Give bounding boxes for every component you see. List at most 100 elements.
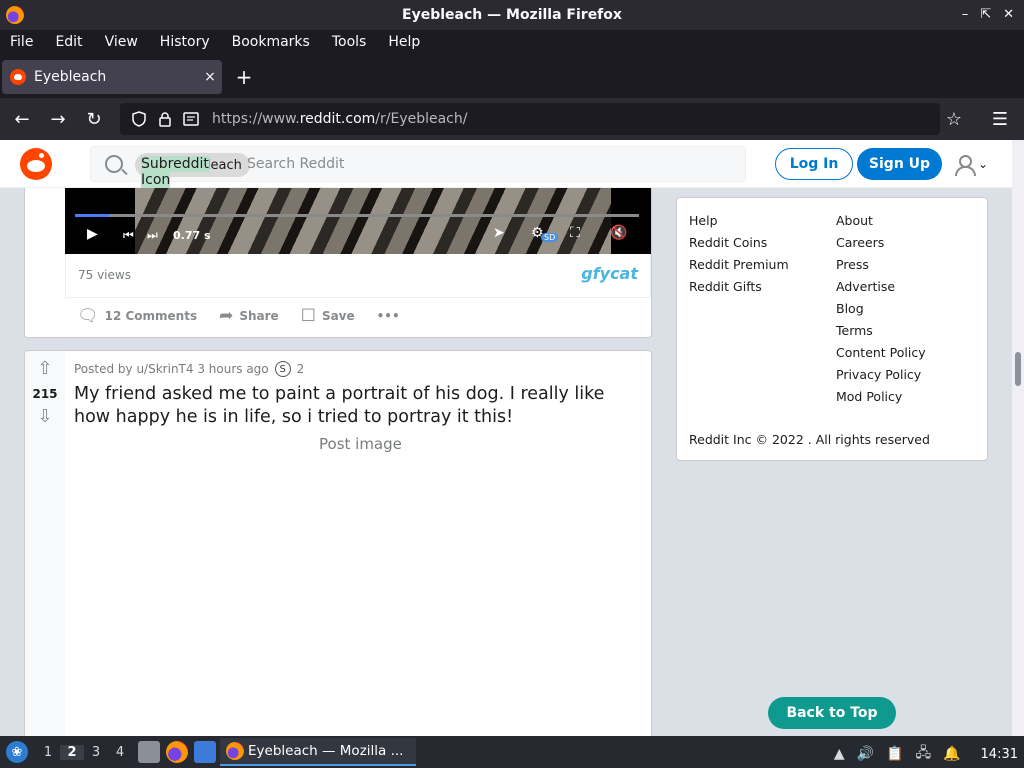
hamburger-menu-icon[interactable]: ☰ (986, 105, 1014, 133)
reddit-favicon-icon (10, 69, 26, 85)
storage-icon[interactable]: ▲ (834, 746, 845, 762)
post-meta-text: Posted by u/SkrinT4 3 hours ago (74, 362, 269, 376)
workspace-4[interactable]: 4 (108, 745, 132, 760)
url-bar[interactable]: https://www.reddit.com/r/Eyebleach/ (120, 103, 940, 135)
link-mod-policy[interactable]: Mod Policy (836, 386, 926, 408)
workspace-2[interactable]: 2 (60, 744, 84, 760)
search-bar[interactable]: Subreddit Icon r/Eyebleach Search Reddit (90, 146, 746, 188)
user-menu-dropdown[interactable]: ⌄ (954, 152, 994, 176)
workspace-1[interactable]: 1 (36, 745, 60, 760)
clipboard-icon[interactable]: 📋 (886, 746, 903, 762)
system-tray: ▲ 🔊 📋 🖧 🔔 14:31 (834, 742, 1018, 766)
link-reddit-coins[interactable]: Reddit Coins (689, 232, 789, 254)
link-press[interactable]: Press (836, 254, 926, 276)
view-count: 75 views (78, 268, 131, 282)
tab-eyebleach[interactable]: Eyebleach × (2, 60, 222, 94)
link-help[interactable]: Help (689, 210, 789, 232)
bookmark-star-icon[interactable]: ☆ (940, 105, 968, 133)
vote-count: 215 (32, 387, 58, 401)
comments-button[interactable]: 🗨 12 Comments (77, 306, 197, 326)
link-about[interactable]: About (836, 210, 926, 232)
back-to-top-button[interactable]: Back to Top (768, 697, 896, 729)
menu-edit[interactable]: Edit (55, 34, 93, 50)
forward-arrow-icon[interactable]: → (44, 105, 72, 133)
notifications-icon[interactable]: 🔔 (943, 746, 960, 762)
link-reddit-premium[interactable]: Reddit Premium (689, 254, 789, 276)
shield-icon[interactable] (128, 108, 150, 130)
back-arrow-icon[interactable]: ← (8, 105, 36, 133)
gfycat-logo[interactable]: gfycat (581, 264, 638, 283)
page-info-icon[interactable] (180, 108, 202, 130)
subreddit-chip[interactable]: Subreddit Icon r/Eyebleach (135, 153, 250, 188)
post-image-placeholder[interactable]: Post image (319, 435, 402, 453)
login-button[interactable]: Log In (775, 148, 853, 180)
sidebar-col-2: About Careers Press Advertise Blog Terms… (836, 210, 926, 408)
video-post-card: ▶ ⏮ ⏭ 0.77 s ➤ ⚙ SD ⛶ 🔇 75 views gfycat … (24, 188, 652, 338)
menu-tools[interactable]: Tools (332, 34, 378, 50)
menu-view[interactable]: View (105, 34, 149, 50)
more-options-button[interactable]: ••• (377, 309, 400, 323)
close-window-icon[interactable]: ✕ (1003, 7, 1014, 22)
share-button[interactable]: ➦ Share (219, 306, 279, 326)
play-icon[interactable]: ▶ (87, 226, 98, 242)
link-privacy-policy[interactable]: Privacy Policy (836, 364, 926, 386)
share-icon: ➦ (219, 306, 234, 326)
video-progress-bar[interactable] (75, 214, 639, 217)
mute-icon[interactable]: 🔇 (610, 225, 627, 241)
start-menu-icon[interactable]: ❀ (6, 741, 28, 763)
reddit-logo-icon[interactable] (20, 148, 52, 180)
skip-back-icon[interactable]: ⏮ (123, 228, 134, 243)
video-player[interactable]: ▶ ⏮ ⏭ 0.77 s ➤ ⚙ SD ⛶ 🔇 (65, 188, 651, 254)
window-title: Eyebleach — Mozilla Firefox (402, 7, 622, 23)
fullscreen-icon[interactable]: ⛶ (570, 225, 580, 241)
comment-icon: 🗨 (77, 306, 99, 326)
menu-bar: File Edit View History Bookmarks Tools H… (0, 30, 1024, 54)
new-tab-button[interactable]: + (232, 66, 256, 90)
link-reddit-gifts[interactable]: Reddit Gifts (689, 276, 789, 298)
menu-history[interactable]: History (160, 34, 221, 50)
lock-icon[interactable] (154, 108, 176, 130)
workspace-3[interactable]: 3 (84, 745, 108, 760)
skip-forward-icon[interactable]: ⏭ (147, 228, 158, 243)
volume-icon[interactable]: 🔊 (857, 746, 874, 762)
downvote-arrow-icon[interactable]: ⇩ (35, 407, 55, 427)
tab-close-icon[interactable]: × (198, 69, 222, 85)
menu-help[interactable]: Help (388, 34, 431, 50)
chevron-down-icon: ⌄ (978, 157, 989, 171)
file-manager-icon[interactable] (138, 741, 160, 763)
scrollbar-thumb[interactable] (1015, 352, 1021, 386)
search-input[interactable]: Search Reddit (247, 156, 344, 172)
taskbar-firefox-window[interactable]: Eyebleach — Mozilla ... (220, 738, 416, 766)
menu-bookmarks[interactable]: Bookmarks (232, 34, 321, 50)
page-scrollbar[interactable] (1012, 140, 1024, 736)
link-content-policy[interactable]: Content Policy (836, 342, 926, 364)
link-terms[interactable]: Terms (836, 320, 926, 342)
restore-icon[interactable]: ⇱ (980, 7, 991, 22)
link-blog[interactable]: Blog (836, 298, 926, 320)
post-title[interactable]: My friend asked me to paint a portrait o… (74, 383, 634, 429)
url-text[interactable]: https://www.reddit.com/r/Eyebleach/ (212, 111, 467, 127)
subreddit-icon-alt: Subreddit Icon (141, 156, 209, 188)
save-button[interactable]: ☐ Save (301, 306, 355, 326)
reload-icon[interactable]: ↻ (80, 105, 108, 133)
send-icon[interactable]: ➤ (493, 225, 505, 241)
upvote-arrow-icon[interactable]: ⇧ (35, 359, 55, 379)
link-advertise[interactable]: Advertise (836, 276, 926, 298)
sidebar-links-card: Help Reddit Coins Reddit Premium Reddit … (676, 197, 988, 461)
network-icon[interactable]: 🖧 (915, 742, 931, 766)
firefox-launcher-icon[interactable] (166, 741, 188, 763)
post-card: ⇧ 215 ⇩ Posted by u/SkrinT4 3 hours ago … (24, 350, 652, 736)
link-careers[interactable]: Careers (836, 232, 926, 254)
reddit-header: Subreddit Icon r/Eyebleach Search Reddit… (0, 140, 1012, 188)
award-icon[interactable]: S (274, 361, 291, 377)
desktop-icon[interactable] (194, 741, 216, 763)
firefox-task-icon (226, 742, 244, 760)
signup-button[interactable]: Sign Up (857, 148, 942, 180)
search-icon (105, 155, 123, 173)
menu-file[interactable]: File (10, 34, 44, 50)
clock: 14:31 (980, 746, 1018, 762)
post-meta: Posted by u/SkrinT4 3 hours ago S 2 (74, 361, 304, 377)
minimize-icon[interactable]: – (962, 7, 969, 22)
video-footer: 75 views gfycat (65, 254, 651, 298)
video-progress-fill (75, 214, 109, 217)
